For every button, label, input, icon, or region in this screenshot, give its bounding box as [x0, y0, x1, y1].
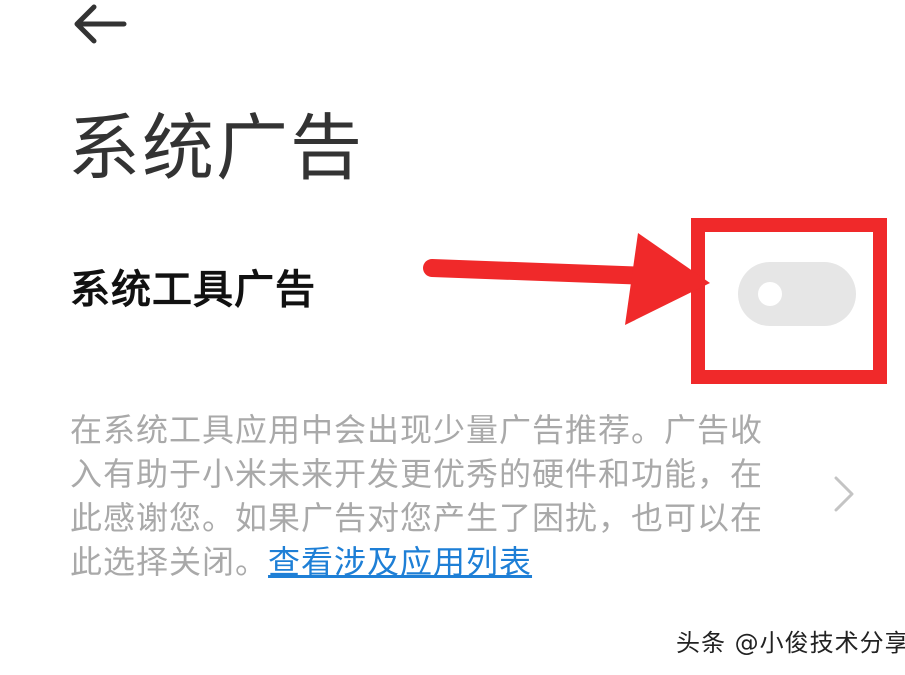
chevron-right-icon: [834, 476, 854, 512]
page-title: 系统广告: [68, 106, 365, 190]
arrow-left-icon: [74, 4, 127, 44]
view-app-list-link[interactable]: 查看涉及应用列表: [268, 543, 532, 581]
red-arrow-icon: [423, 233, 710, 325]
back-button[interactable]: [70, 2, 128, 46]
setting-title: 系统工具广告: [70, 267, 316, 313]
watermark: 头条 @小俊技术分享: [676, 629, 905, 657]
detail-button[interactable]: [832, 474, 856, 514]
setting-description: 在系统工具应用中会出现少量广告推荐。广告收入有助于小米未来开发更优秀的硬件和功能…: [70, 408, 770, 584]
highlight-box: [691, 218, 887, 384]
